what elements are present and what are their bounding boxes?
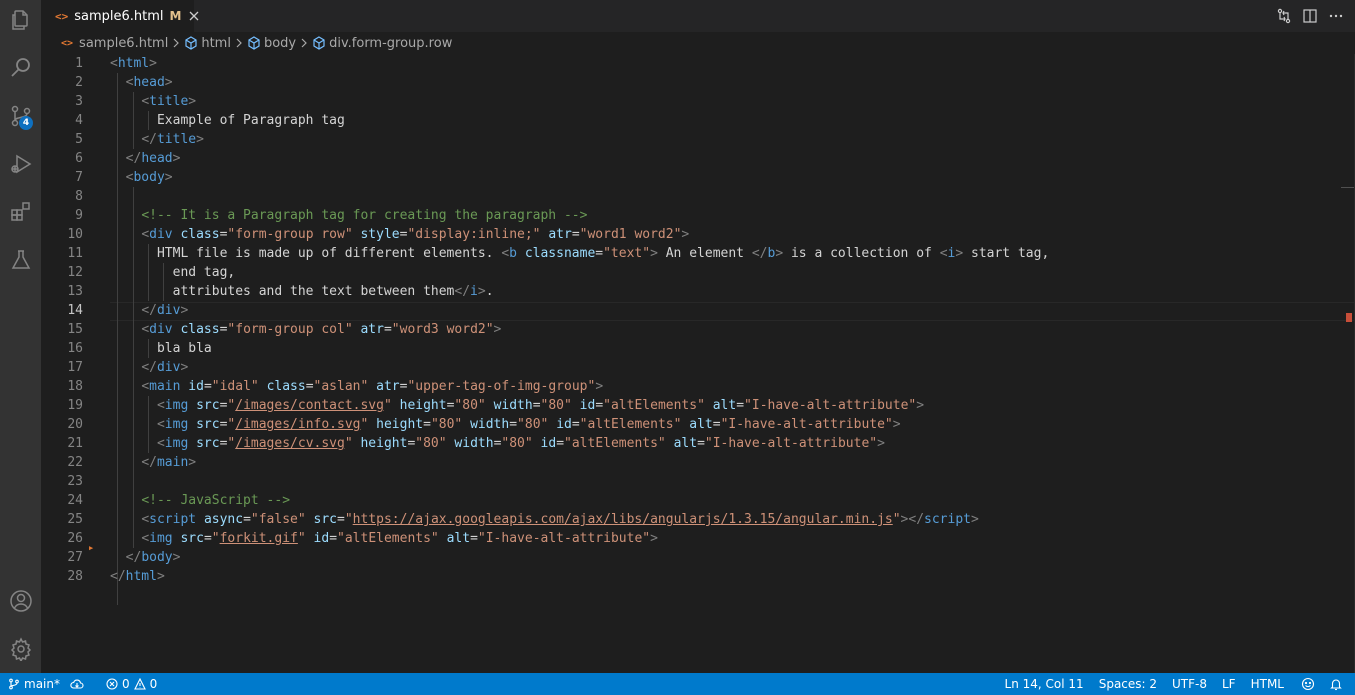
code-line: 9 <!-- It is a Paragraph tag for creatin… bbox=[75, 208, 588, 223]
breadcrumb-div[interactable]: div.form-group.row bbox=[312, 36, 452, 51]
sync-status[interactable] bbox=[65, 673, 93, 695]
code-editor[interactable]: 1 <html> 2 <head> 3 <title> 4 Example of … bbox=[41, 54, 1355, 673]
chevron-right-icon bbox=[299, 38, 309, 48]
extensions-icon[interactable] bbox=[0, 192, 41, 232]
breadcrumb-body[interactable]: body bbox=[247, 36, 296, 51]
code-line: 28 </html> bbox=[67, 569, 165, 584]
code-line: 16 bla bla bbox=[67, 341, 212, 356]
code-line: 8 bbox=[75, 189, 83, 204]
testing-icon[interactable] bbox=[0, 240, 41, 280]
encoding-status[interactable]: UTF-8 bbox=[1167, 673, 1217, 695]
code-line: 6 </head> bbox=[75, 151, 181, 166]
warning-icon bbox=[133, 678, 146, 690]
code-line: 12 end tag, bbox=[67, 265, 236, 280]
code-line: 20 <img src="/images/info.svg" height="8… bbox=[67, 417, 901, 432]
code-line: 24 <!-- JavaScript --> bbox=[67, 493, 291, 508]
code-line-current: 14 </div> bbox=[67, 303, 189, 318]
breadcrumb-file[interactable]: <> sample6.html bbox=[61, 36, 168, 51]
code-line: 5 </title> bbox=[75, 132, 204, 147]
chevron-right-icon bbox=[171, 38, 181, 48]
activity-bar: 4 bbox=[0, 0, 41, 673]
problems-status[interactable]: 0 0 bbox=[101, 673, 162, 695]
code-line: 18 <main id="idal" class="aslan" atr="up… bbox=[67, 379, 604, 394]
status-bar: main* 0 0 Ln 14, Col 11 Spaces: 2 UTF-8 … bbox=[0, 673, 1355, 695]
feedback-icon[interactable] bbox=[1296, 673, 1324, 695]
more-actions-icon[interactable] bbox=[1323, 3, 1349, 29]
code-line: 23 bbox=[67, 474, 83, 489]
language-mode-status[interactable]: HTML bbox=[1246, 673, 1296, 695]
element-cube-icon bbox=[248, 36, 260, 50]
tab-label: sample6.html bbox=[74, 8, 164, 24]
line-ending-status[interactable]: LF bbox=[1217, 673, 1246, 695]
split-editor-icon[interactable] bbox=[1297, 3, 1323, 29]
change-marker-icon: ▶ bbox=[89, 544, 94, 552]
code-line: 13 attributes and the text between them<… bbox=[67, 284, 494, 299]
code-line: 1 <html> bbox=[75, 56, 157, 71]
code-line: 11 HTML file is made up of different ele… bbox=[67, 246, 1050, 261]
modified-indicator: M bbox=[169, 9, 182, 23]
close-icon[interactable] bbox=[189, 8, 199, 24]
editor-actions bbox=[1271, 0, 1355, 32]
code-line: 26 <img src="forkit.gif" id="altElements… bbox=[67, 531, 658, 546]
cloud-sync-icon bbox=[70, 679, 84, 689]
open-changes-icon[interactable] bbox=[1271, 3, 1297, 29]
notifications-bell-icon[interactable] bbox=[1324, 673, 1355, 695]
element-cube-icon bbox=[313, 36, 325, 50]
code-line: 10 <div class="form-group row" style="di… bbox=[67, 227, 690, 242]
code-line: 7 <body> bbox=[75, 170, 173, 185]
code-line: 25 <script async="false" src="https://aj… bbox=[67, 512, 979, 527]
code-line: 15 <div class="form-group col" atr="word… bbox=[67, 322, 502, 337]
git-branch-icon bbox=[9, 678, 19, 690]
source-control-icon[interactable]: 4 bbox=[0, 96, 41, 136]
tab-sample6-html[interactable]: <> sample6.html M bbox=[41, 0, 199, 32]
search-icon[interactable] bbox=[0, 48, 41, 88]
cursor-position[interactable]: Ln 14, Col 11 bbox=[1000, 673, 1094, 695]
explorer-icon[interactable] bbox=[0, 0, 41, 40]
code-line: 19 <img src="/images/contact.svg" height… bbox=[67, 398, 925, 413]
code-line: 17 </div> bbox=[67, 360, 189, 375]
source-control-badge: 4 bbox=[19, 116, 33, 130]
status-bar-right: Ln 14, Col 11 Spaces: 2 UTF-8 LF HTML bbox=[1000, 673, 1355, 695]
error-icon bbox=[106, 678, 118, 690]
overview-ruler-marker bbox=[1341, 187, 1355, 188]
chevron-right-icon bbox=[234, 38, 244, 48]
code-line: 27 </body> bbox=[67, 550, 181, 565]
html-file-icon: <> bbox=[55, 9, 69, 23]
code-line: 3 <title> bbox=[75, 94, 197, 109]
html-file-icon: <> bbox=[61, 37, 74, 49]
indentation-status[interactable]: Spaces: 2 bbox=[1094, 673, 1167, 695]
tab-bar: <> sample6.html M bbox=[41, 0, 1355, 32]
overview-ruler-marker bbox=[1346, 313, 1352, 322]
code-line: 22 </main> bbox=[67, 455, 197, 470]
breadcrumb: <> sample6.html html body div.form-group… bbox=[41, 32, 1355, 54]
branch-status[interactable]: main* bbox=[0, 673, 65, 695]
code-line: 21 <img src="/images/cv.svg" height="80"… bbox=[67, 436, 885, 451]
code-line: 2 <head> bbox=[75, 75, 173, 90]
code-line: 4 Example of Paragraph tag bbox=[75, 113, 345, 128]
accounts-icon[interactable] bbox=[0, 581, 41, 621]
element-cube-icon bbox=[185, 36, 197, 50]
run-debug-icon[interactable] bbox=[0, 144, 41, 184]
breadcrumb-html[interactable]: html bbox=[184, 36, 231, 51]
manage-gear-icon[interactable] bbox=[0, 629, 41, 669]
